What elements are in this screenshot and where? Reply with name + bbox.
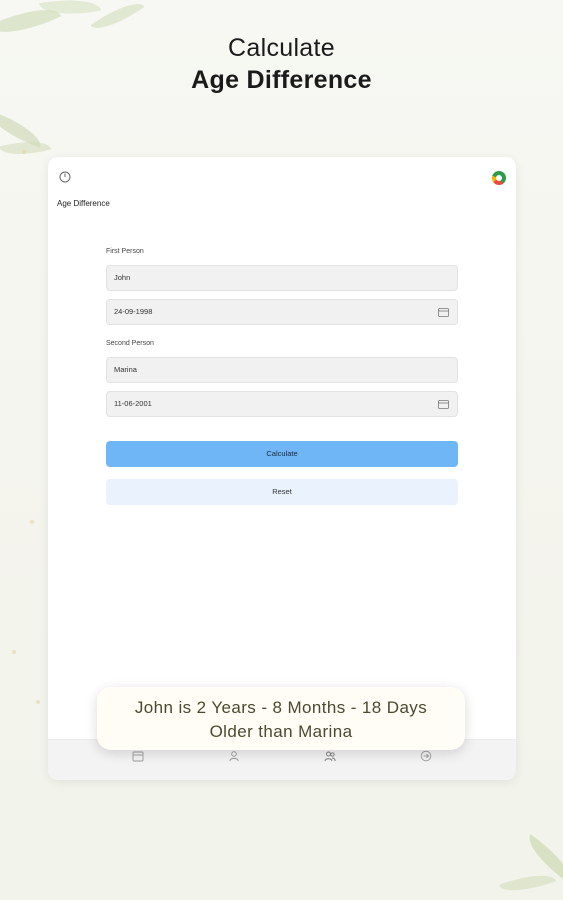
calendar-icon[interactable] <box>438 399 449 409</box>
second-person-label: Second Person <box>106 340 154 347</box>
calendar-icon[interactable] <box>132 750 144 762</box>
gold-speck <box>30 520 34 524</box>
second-person-dob-value: 11-06-2001 <box>114 399 152 408</box>
calculate-button[interactable]: Calculate <box>106 441 458 467</box>
promo-headline-line1: Calculate <box>228 34 335 62</box>
first-person-dob-value: 24-09-1998 <box>114 307 153 316</box>
first-person-dob-input[interactable]: 24-09-1998 <box>106 299 458 325</box>
leaf-decoration <box>498 866 557 900</box>
result-toast: John is 2 Years - 8 Months - 18 Days Old… <box>97 687 465 750</box>
calendar-icon[interactable] <box>438 307 449 317</box>
result-line2: Older than Marina <box>209 722 353 741</box>
arrow-icon[interactable] <box>420 750 432 762</box>
first-person-name-input[interactable]: John <box>106 265 458 291</box>
first-person-label: First Person <box>106 248 144 255</box>
people-icon[interactable] <box>324 750 336 762</box>
result-line1: John is 2 Years - 8 Months - 18 Days <box>134 698 428 717</box>
second-person-name-input[interactable]: Marina <box>106 357 458 383</box>
person-icon[interactable] <box>228 750 240 762</box>
gold-speck <box>22 150 26 154</box>
power-icon[interactable] <box>58 170 72 184</box>
app-logo-icon <box>492 171 506 185</box>
reset-button[interactable]: Reset <box>106 479 458 505</box>
screen-title: Age Difference <box>57 199 110 208</box>
gold-speck <box>12 650 16 654</box>
promo-headline-line2: Age Difference <box>191 66 372 94</box>
gold-speck <box>36 700 40 704</box>
second-person-dob-input[interactable]: 11-06-2001 <box>106 391 458 417</box>
